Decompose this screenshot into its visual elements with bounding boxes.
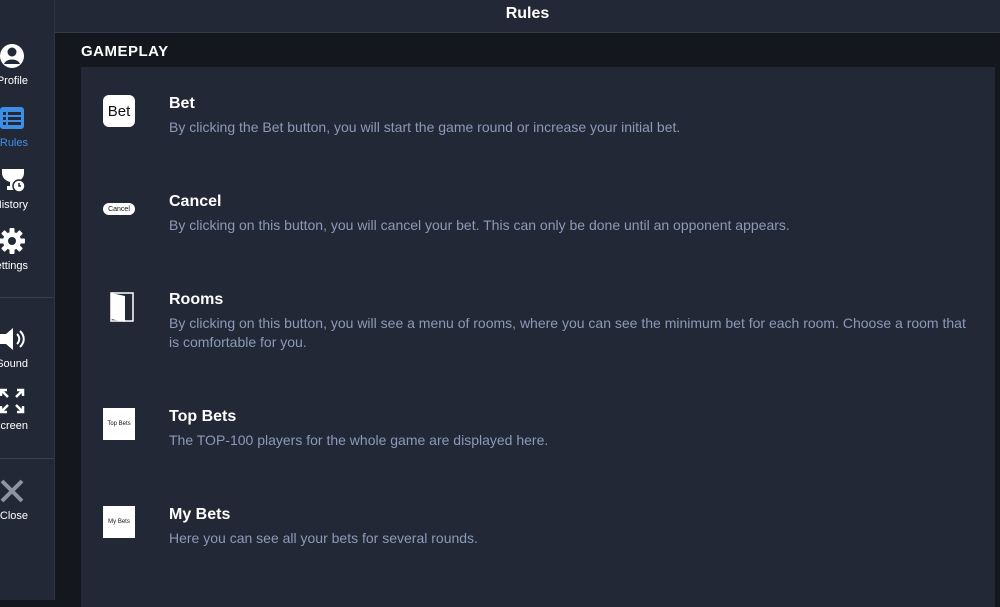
sidebar-divider — [0, 297, 54, 298]
cancel-button-icon: Cancel — [103, 203, 135, 215]
section-title: GAMEPLAY — [81, 43, 169, 60]
sidebar-item-settings[interactable]: Settings — [0, 227, 54, 277]
rule-title: My Bets — [169, 506, 231, 523]
bet-button-icon: Bet — [103, 95, 135, 127]
sidebar-item-label: History — [0, 199, 28, 211]
page-title: Rules — [505, 5, 550, 22]
sidebar-item-profile[interactable]: Profile — [0, 42, 54, 92]
my-bets-icon: My Bets — [103, 506, 135, 538]
sidebar-item-rules[interactable]: Rules — [0, 104, 54, 154]
sidebar-item-label: Sound — [0, 358, 28, 370]
top-bets-icon: Top Bets — [103, 408, 135, 440]
sidebar-item-label: Fullscreen — [0, 420, 28, 432]
header-bar: Rules — [55, 0, 1000, 33]
fullscreen-icon — [0, 388, 25, 414]
door-icon — [110, 292, 134, 322]
rule-description: Here you can see all your bets for sever… — [169, 530, 478, 546]
trophy-clock-icon — [2, 169, 26, 193]
gear-icon — [0, 228, 25, 254]
sidebar-item-history[interactable]: History — [0, 166, 54, 216]
sidebar: Profile Rules History — [0, 0, 55, 600]
rule-title: Rooms — [169, 291, 224, 308]
rules-panel: Bet Bet By clicking the Bet button, you … — [81, 67, 995, 607]
sidebar-item-label: Profile — [0, 75, 28, 87]
sidebar-item-close[interactable]: Close — [0, 477, 54, 527]
rule-title: Top Bets — [169, 408, 237, 425]
speaker-icon — [0, 328, 25, 350]
sidebar-divider — [0, 458, 54, 459]
rule-description: By clicking the Bet button, you will sta… — [169, 119, 681, 135]
sidebar-item-label: Rules — [0, 137, 28, 149]
sidebar-item-label: Settings — [0, 260, 28, 272]
rule-description: By clicking on this button, you will see… — [169, 315, 966, 350]
list-icon — [0, 107, 24, 129]
user-icon — [0, 44, 24, 68]
sidebar-item-label: Close — [0, 510, 28, 522]
rule-title: Bet — [169, 95, 195, 112]
rule-title: Cancel — [169, 193, 222, 210]
close-icon — [0, 479, 24, 503]
rule-description: The TOP-100 players for the whole game a… — [169, 432, 549, 448]
sidebar-item-fullscreen[interactable]: Fullscreen — [0, 387, 54, 437]
sidebar-item-sound[interactable]: Sound — [0, 325, 54, 375]
rule-description: By clicking on this button, you will can… — [169, 217, 790, 233]
